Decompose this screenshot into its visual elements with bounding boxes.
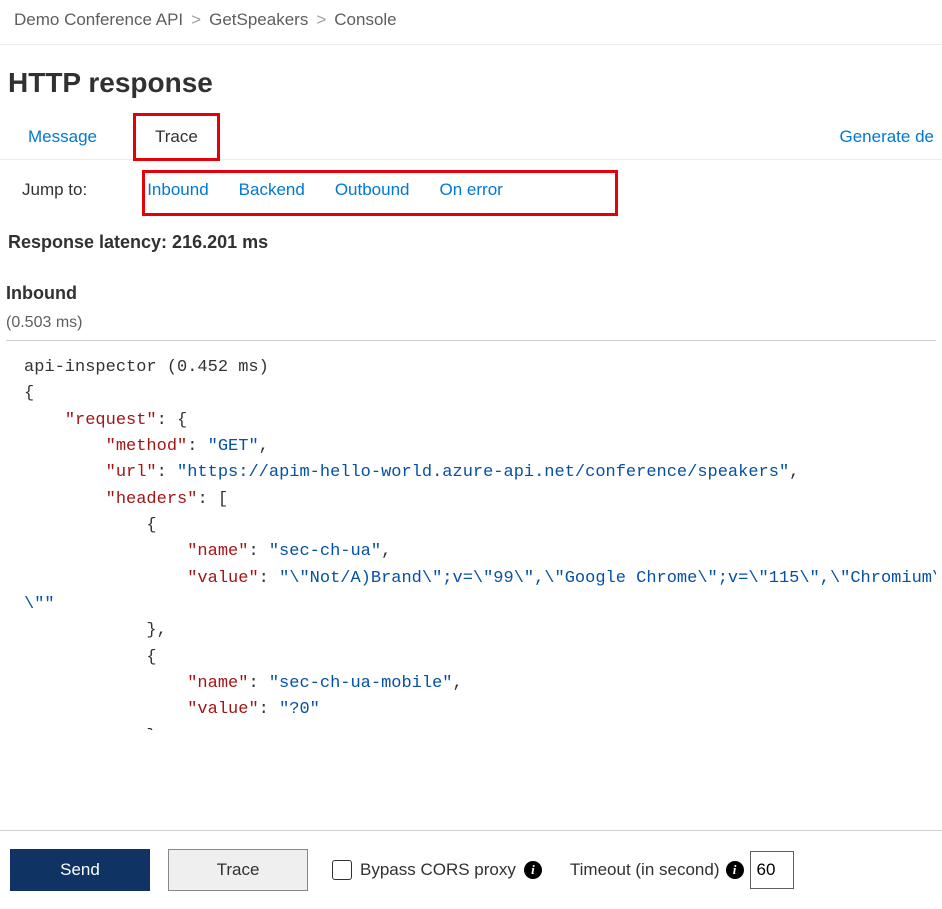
trace-code-content: api-inspector (0.452 ms) { "request": { … bbox=[6, 341, 936, 730]
response-tabs: Message Trace Generate de bbox=[0, 117, 942, 160]
breadcrumb: Demo Conference API > GetSpeakers > Cons… bbox=[0, 0, 942, 44]
trace-button[interactable]: Trace bbox=[168, 849, 308, 891]
jumpto-outbound[interactable]: Outbound bbox=[335, 180, 410, 200]
response-latency: Response latency: 216.201 ms bbox=[0, 214, 942, 261]
tab-trace[interactable]: Trace bbox=[141, 117, 212, 159]
trace-code-block[interactable]: api-inspector (0.452 ms) { "request": { … bbox=[6, 340, 936, 730]
bypass-cors-checkbox-wrap: Bypass CORS proxy i bbox=[332, 860, 542, 880]
section-inbound-time: (0.503 ms) bbox=[0, 310, 942, 340]
section-inbound-title: Inbound bbox=[0, 261, 942, 310]
chevron-right-icon: > bbox=[191, 10, 201, 30]
jumpto-label: Jump to: bbox=[22, 180, 117, 200]
breadcrumb-item-api[interactable]: Demo Conference API bbox=[14, 10, 183, 30]
info-icon[interactable]: i bbox=[726, 861, 744, 879]
breadcrumb-item-operation[interactable]: GetSpeakers bbox=[209, 10, 308, 30]
jumpto-row: Jump to: Inbound Backend Outbound On err… bbox=[0, 160, 942, 214]
breadcrumb-item-console[interactable]: Console bbox=[334, 10, 396, 30]
bypass-cors-label: Bypass CORS proxy bbox=[360, 860, 516, 880]
generate-definition-link[interactable]: Generate de bbox=[839, 117, 934, 159]
info-icon[interactable]: i bbox=[524, 861, 542, 879]
send-button[interactable]: Send bbox=[10, 849, 150, 891]
jumpto-backend[interactable]: Backend bbox=[239, 180, 305, 200]
timeout-input[interactable] bbox=[750, 851, 794, 889]
timeout-wrap: Timeout (in second) i bbox=[570, 851, 794, 889]
bottom-toolbar: Send Trace Bypass CORS proxy i Timeout (… bbox=[0, 830, 942, 909]
chevron-right-icon: > bbox=[316, 10, 326, 30]
jumpto-inbound[interactable]: Inbound bbox=[147, 180, 208, 200]
tab-message[interactable]: Message bbox=[8, 117, 111, 159]
page-title: HTTP response bbox=[0, 45, 942, 117]
bypass-cors-checkbox[interactable] bbox=[332, 860, 352, 880]
timeout-label: Timeout (in second) bbox=[570, 860, 720, 880]
jumpto-onerror[interactable]: On error bbox=[440, 180, 503, 200]
